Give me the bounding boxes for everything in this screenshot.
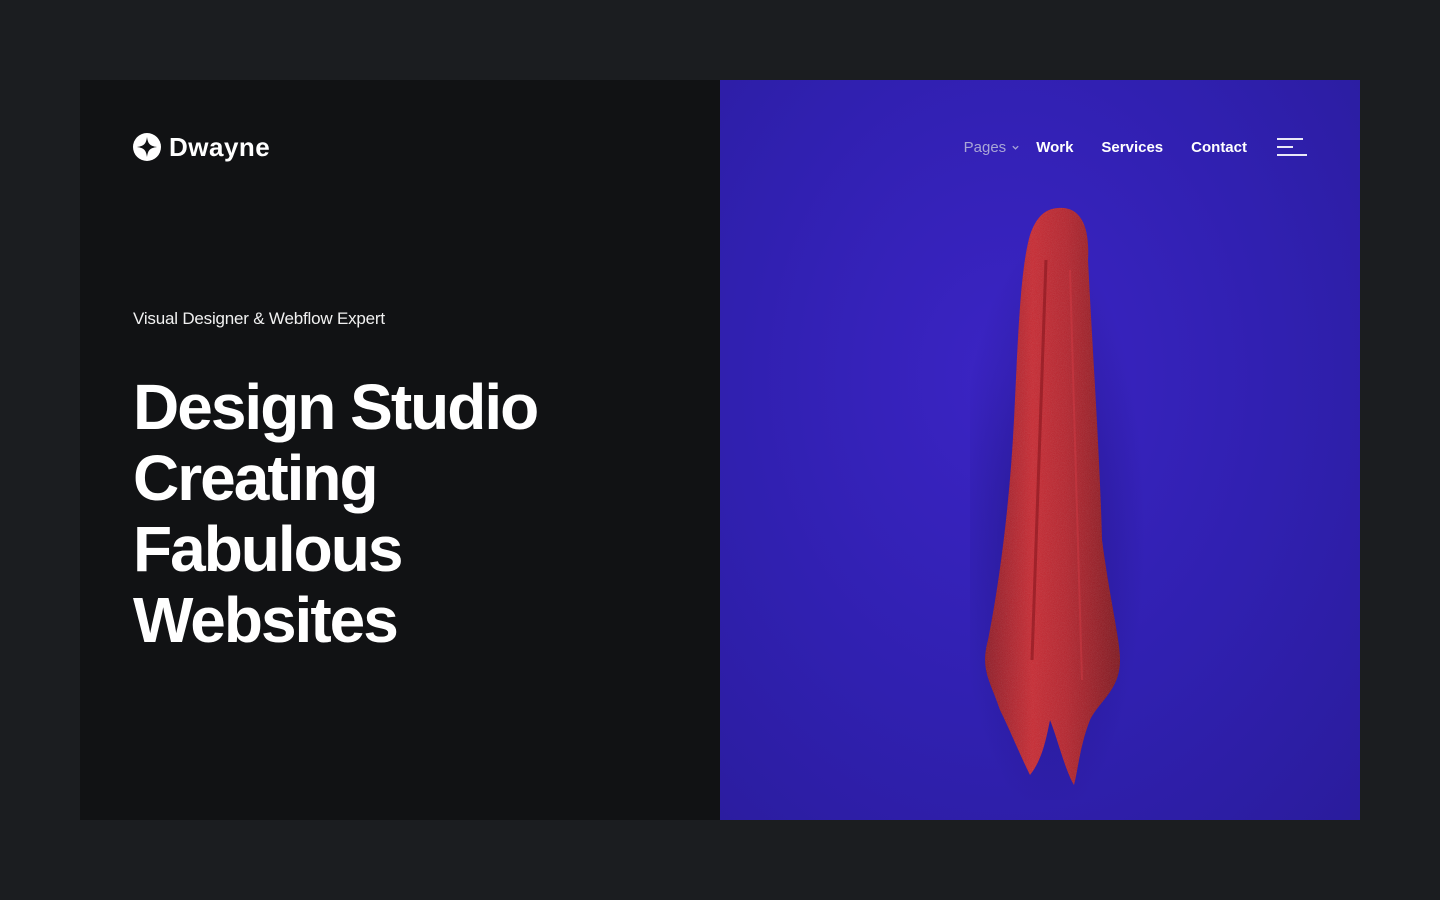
headline-line-3: Fabulous [133,513,403,585]
four-point-star-icon [133,133,161,161]
chevron-down-icon [1012,145,1019,150]
hero-left-panel: Dwayne Visual Designer & Webflow Expert … [80,80,720,820]
brand-name: Dwayne [169,132,271,162]
main-nav: Pages Work Services Contact [964,137,1307,157]
red-towel-image [970,207,1145,800]
nav-item-services[interactable]: Services [1101,139,1163,156]
hero-frame: Dwayne Visual Designer & Webflow Expert … [80,80,1360,820]
nav-item-contact[interactable]: Contact [1191,139,1247,156]
nav-pages-label: Pages [963,138,1007,156]
headline-line-4: Websites [133,584,399,656]
hero-headline: Design Studio Creating Fabulous Websites [133,371,539,656]
nav-item-work[interactable]: Work [1036,139,1073,156]
hero-subtitle: Visual Designer & Webflow Expert [133,309,385,328]
headline-line-1: Design Studio [133,371,539,443]
headline-line-2: Creating [133,442,379,514]
hamburger-menu-icon[interactable] [1277,137,1307,157]
nav-pages-dropdown[interactable]: Pages [964,139,1021,156]
brand-logo[interactable]: Dwayne [133,133,270,161]
hero-image-panel: Pages Work Services Contact [720,80,1360,820]
